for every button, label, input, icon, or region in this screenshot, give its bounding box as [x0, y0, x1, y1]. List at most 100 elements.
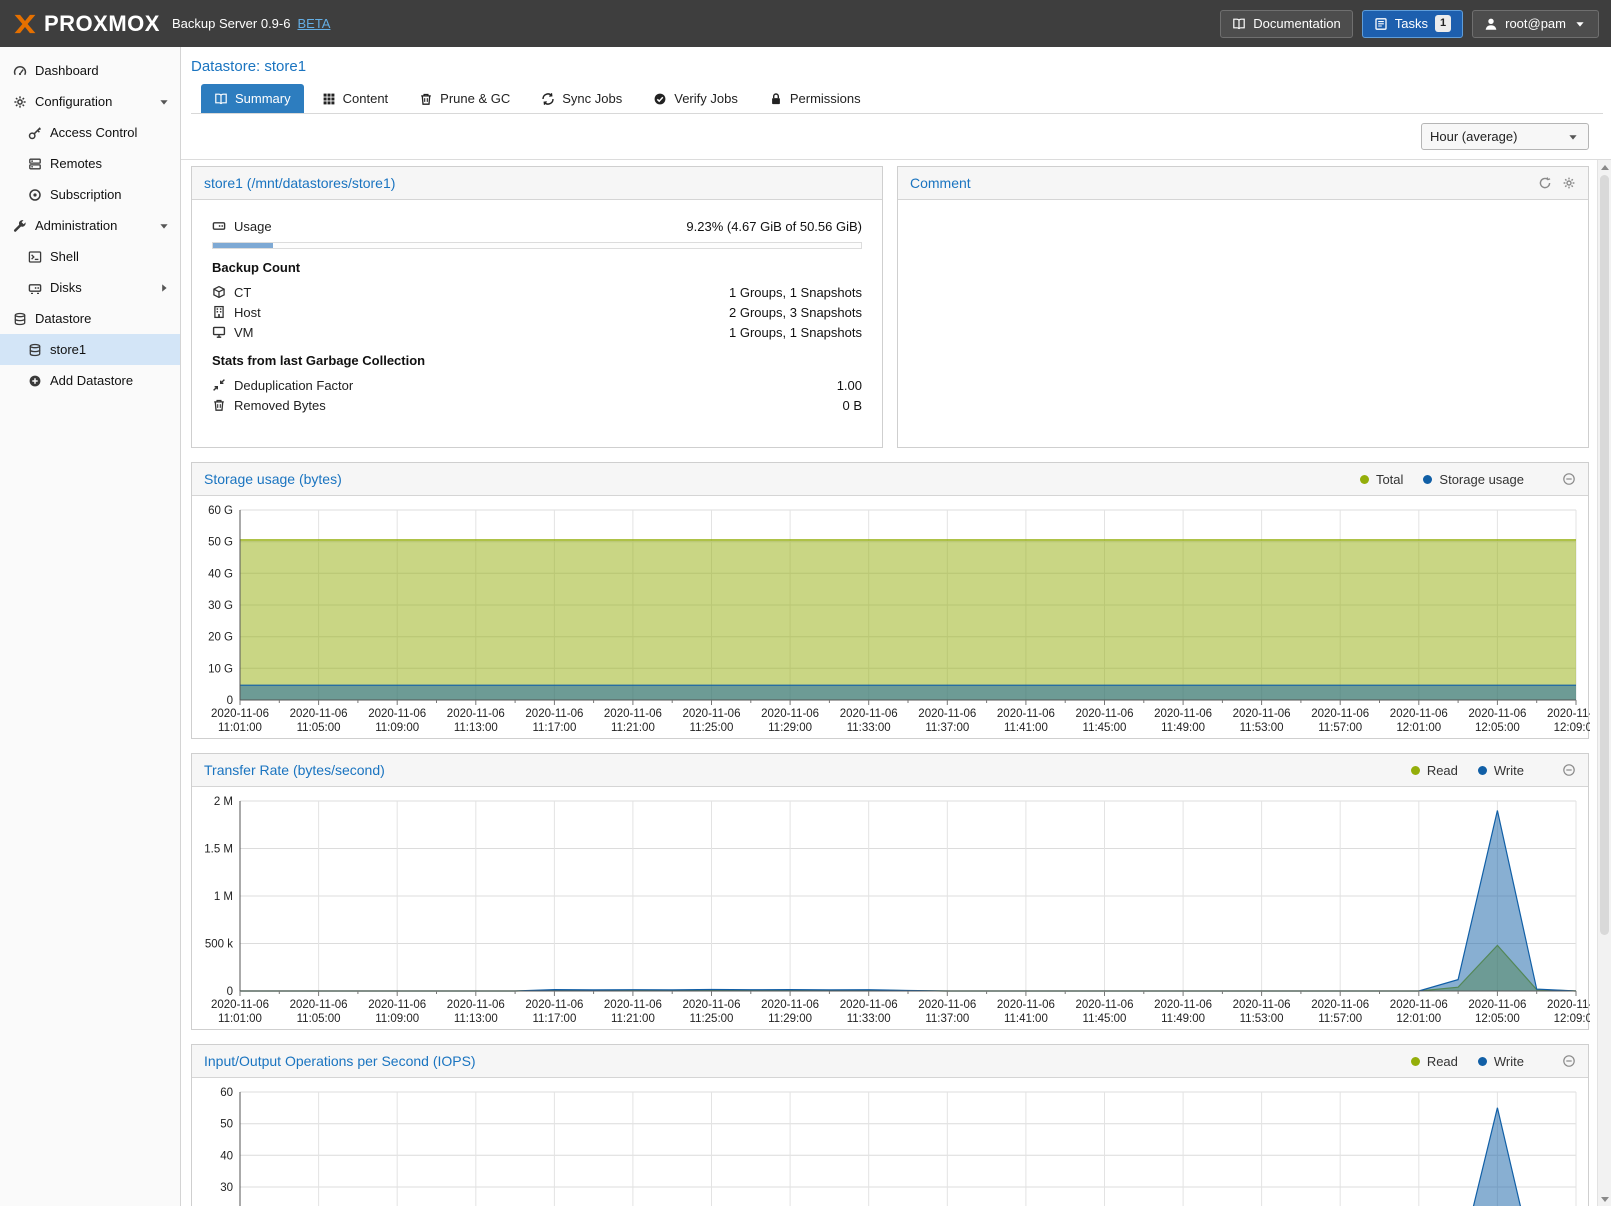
svg-text:2020-11-06: 2020-11-06 — [840, 708, 898, 720]
beta-link[interactable]: BETA — [297, 16, 330, 31]
tab-bar: SummaryContentPrune & GCSync Jobs Verify … — [191, 84, 1603, 114]
header-actions: Documentation Tasks 1 root@pam — [1220, 10, 1599, 38]
tasks-icon — [1374, 17, 1388, 31]
comment-body[interactable] — [898, 200, 1588, 444]
svg-text:2020-11-06: 2020-11-06 — [997, 999, 1055, 1011]
svg-text:12:09:00: 12:09:00 — [1554, 1013, 1590, 1025]
tab-label: Verify Jobs — [674, 91, 738, 106]
sidebar-item-subscription[interactable]: Subscription — [0, 179, 180, 210]
chart-collapse-button[interactable] — [1562, 472, 1576, 486]
book-icon — [214, 92, 228, 106]
tasks-label: Tasks — [1395, 16, 1428, 31]
tab-label: Permissions — [790, 91, 861, 106]
sidebar-item-label: Dashboard — [35, 63, 99, 78]
svg-text:11:33:00: 11:33:00 — [847, 722, 891, 734]
svg-text:60: 60 — [220, 1087, 233, 1099]
scroll-up-button[interactable] — [1598, 160, 1611, 174]
svg-text:12:05:00: 12:05:00 — [1475, 1013, 1520, 1025]
sidebar-item-shell[interactable]: Shell — [0, 241, 180, 272]
chart-collapse-button[interactable] — [1562, 763, 1576, 777]
chart-title: Storage usage (bytes) — [204, 471, 342, 487]
documentation-button[interactable]: Documentation — [1220, 10, 1352, 38]
sidebar-item-label: Access Control — [50, 125, 137, 140]
legend-item[interactable]: Total — [1360, 472, 1403, 487]
legend-item[interactable]: Read — [1411, 763, 1458, 778]
legend-item[interactable]: Write — [1478, 763, 1524, 778]
tasks-button[interactable]: Tasks 1 — [1362, 10, 1463, 38]
stat-value: 1 Groups, 1 Snapshots — [729, 285, 862, 300]
toolbar: Hour (average) — [181, 114, 1611, 160]
chevron-down-icon[interactable] — [157, 219, 171, 233]
svg-text:11:37:00: 11:37:00 — [925, 722, 969, 734]
scroll-down-button[interactable] — [1598, 1192, 1611, 1206]
svg-text:2020-11-06: 2020-11-06 — [1233, 999, 1291, 1011]
sidebar-item-label: Administration — [35, 218, 117, 233]
sidebar-item-datastore[interactable]: Datastore — [0, 303, 180, 334]
legend-dot-icon — [1478, 1057, 1487, 1066]
sidebar-item-configuration[interactable]: Configuration — [0, 86, 180, 117]
key-icon — [28, 126, 42, 140]
timeframe-value: Hour (average) — [1430, 129, 1517, 144]
tab-verify-jobs[interactable]: Verify Jobs — [640, 84, 751, 113]
sidebar-item-access-control[interactable]: Access Control — [0, 117, 180, 148]
chevron-down-icon[interactable] — [157, 95, 171, 109]
svg-text:2020-11-06: 2020-11-06 — [1076, 708, 1134, 720]
tab-sync-jobs[interactable]: Sync Jobs — [528, 84, 635, 113]
user-menu-button[interactable]: root@pam — [1472, 10, 1599, 38]
status-sections: Backup CountCT1 Groups, 1 SnapshotsHost2… — [212, 260, 862, 415]
stat-label: Host — [234, 305, 261, 320]
svg-text:30 G: 30 G — [208, 600, 233, 612]
sidebar-item-store1[interactable]: store1 — [0, 334, 180, 365]
svg-text:2020-11-06: 2020-11-06 — [683, 999, 741, 1011]
sidebar-item-remotes[interactable]: Remotes — [0, 148, 180, 179]
svg-text:11:53:00: 11:53:00 — [1240, 722, 1284, 734]
svg-text:2020-11-06: 2020-11-06 — [1547, 999, 1590, 1011]
timeframe-select[interactable]: Hour (average) — [1421, 123, 1589, 150]
sidebar-item-label: Datastore — [35, 311, 91, 326]
svg-text:11:05:00: 11:05:00 — [297, 722, 341, 734]
dashboard-icon — [13, 64, 27, 78]
svg-text:10 G: 10 G — [208, 663, 233, 675]
remotes-icon — [28, 157, 42, 171]
wrench-icon — [13, 219, 27, 233]
tab-permissions[interactable]: Permissions — [756, 84, 874, 113]
svg-text:12:09:00: 12:09:00 — [1554, 722, 1590, 734]
tab-summary[interactable]: Summary — [201, 84, 304, 113]
stat-value: 1.00 — [837, 378, 862, 393]
sidebar-item-administration[interactable]: Administration — [0, 210, 180, 241]
sidebar-item-dashboard[interactable]: Dashboard — [0, 55, 180, 86]
chart-panel-header: Input/Output Operations per Second (IOPS… — [192, 1045, 1588, 1078]
legend-item[interactable]: Read — [1411, 1054, 1458, 1069]
svg-text:11:25:00: 11:25:00 — [690, 1013, 734, 1025]
svg-text:11:21:00: 11:21:00 — [611, 1013, 655, 1025]
vertical-scrollbar[interactable] — [1597, 160, 1611, 1206]
comment-panel-header: Comment — [898, 167, 1588, 200]
legend-item[interactable]: Write — [1478, 1054, 1524, 1069]
refresh-icon[interactable] — [1538, 176, 1552, 190]
lock-icon — [769, 92, 783, 106]
tab-content[interactable]: Content — [309, 84, 402, 113]
chevron-right-icon[interactable] — [157, 281, 171, 295]
legend-item[interactable]: Storage usage — [1423, 472, 1524, 487]
gear-icon[interactable] — [1562, 176, 1576, 190]
svg-text:2020-11-06: 2020-11-06 — [290, 999, 348, 1011]
sidebar-item-disks[interactable]: Disks — [0, 272, 180, 303]
stat-value: 2 Groups, 3 Snapshots — [729, 305, 862, 320]
svg-text:2020-11-06: 2020-11-06 — [525, 999, 583, 1011]
legend-dot-icon — [1360, 475, 1369, 484]
status-panel-body: Usage 9.23% (4.67 GiB of 50.56 GiB) Back… — [192, 200, 882, 431]
top-panels-row: store1 (/mnt/datastores/store1) Usage 9.… — [191, 166, 1589, 448]
scrollbar-thumb[interactable] — [1600, 175, 1609, 935]
tab-prune-gc[interactable]: Prune & GC — [406, 84, 523, 113]
svg-text:11:49:00: 11:49:00 — [1161, 722, 1205, 734]
svg-text:40: 40 — [220, 1150, 233, 1162]
svg-text:2020-11-06: 2020-11-06 — [1311, 999, 1369, 1011]
main-content: Datastore: store1 SummaryContentPrune & … — [181, 47, 1611, 1206]
chart-collapse-button[interactable] — [1562, 1054, 1576, 1068]
svg-text:2020-11-06: 2020-11-06 — [1076, 999, 1134, 1011]
content-area: store1 (/mnt/datastores/store1) Usage 9.… — [181, 160, 1589, 1206]
svg-text:11:57:00: 11:57:00 — [1318, 1013, 1362, 1025]
sidebar-item-add-datastore[interactable]: Add Datastore — [0, 365, 180, 396]
chart-panel-0: Storage usage (bytes)TotalStorage usage0… — [191, 462, 1589, 739]
status-panel-title: store1 (/mnt/datastores/store1) — [204, 175, 395, 191]
